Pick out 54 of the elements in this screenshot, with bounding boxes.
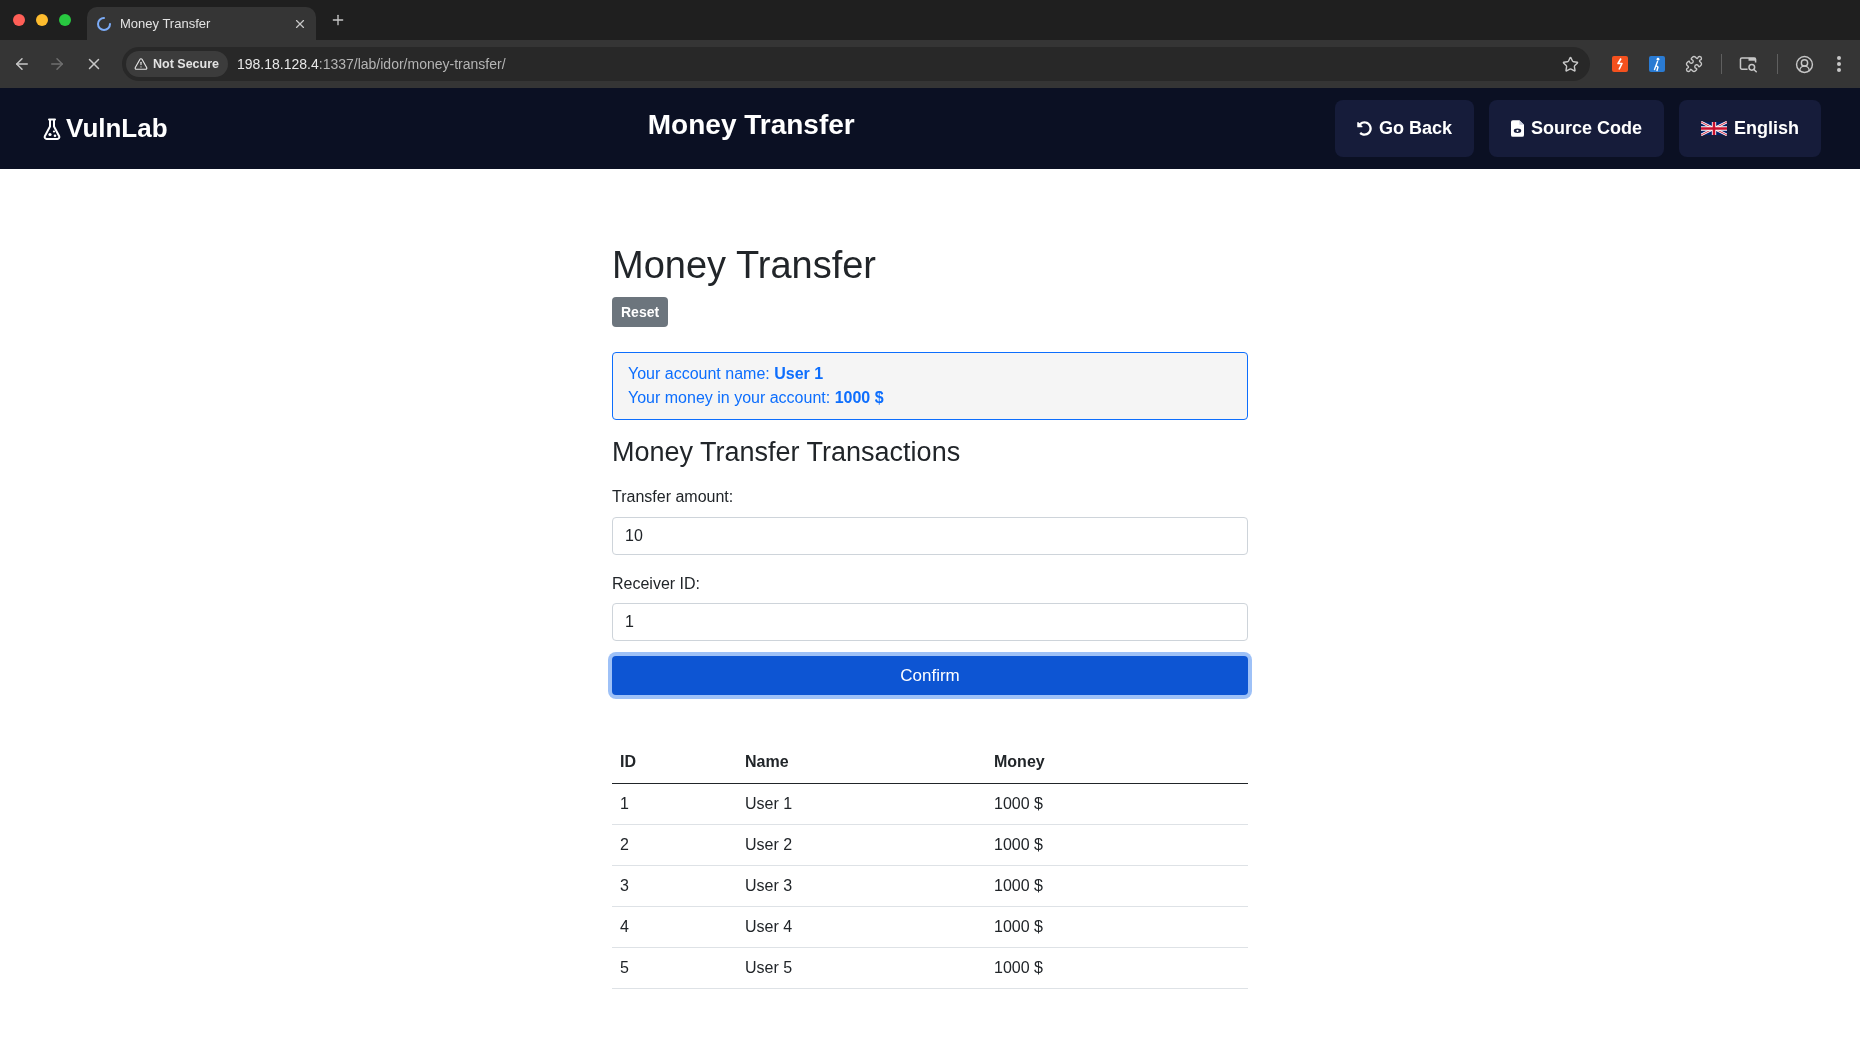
input-field[interactable]: 1 xyxy=(612,603,1248,641)
home-link[interactable]: VulnLab xyxy=(43,109,168,148)
table-cell: User 4 xyxy=(737,906,986,947)
account-info-text: Your money in your account: 1000 $ xyxy=(628,388,884,408)
uk-flag-icon xyxy=(1701,121,1727,136)
maximize-window-icon[interactable] xyxy=(59,14,71,26)
go-back-button[interactable]: Go Back xyxy=(1334,100,1474,157)
reset-button[interactable]: Reset xyxy=(612,297,669,327)
document-eye-icon xyxy=(1510,120,1524,137)
url-path: :1337/lab/idor/money-transfer/ xyxy=(318,54,506,74)
browser-tab[interactable]: Money Transfer xyxy=(87,7,316,40)
lightning-extension-icon xyxy=(1612,56,1628,72)
security-chip[interactable]: Not Secure xyxy=(126,51,228,77)
table-cell: 1000 $ xyxy=(986,947,1248,988)
table-cell: 1000 $ xyxy=(986,824,1248,865)
input-field[interactable]: 10 xyxy=(612,517,1248,555)
table-cell: 5 xyxy=(612,947,737,988)
section-heading: Money Transfer Transactions xyxy=(612,436,961,469)
profile-icon xyxy=(1794,54,1814,74)
minimize-window-icon[interactable] xyxy=(36,14,48,26)
table-cell: 1 xyxy=(612,783,737,824)
table-cell: User 1 xyxy=(737,783,986,824)
table-cell: User 2 xyxy=(737,824,986,865)
field-label: Receiver ID: xyxy=(612,574,701,594)
flask-icon xyxy=(43,117,61,140)
table-cell: 2 xyxy=(612,824,737,865)
field-label: Transfer amount: xyxy=(612,487,734,507)
page-title: Money Transfer xyxy=(647,107,855,142)
table-cell: 1000 $ xyxy=(986,906,1248,947)
menu-icon xyxy=(1837,56,1841,72)
undo-arrow-icon xyxy=(1356,121,1372,136)
table-cell: User 3 xyxy=(737,865,986,906)
table-cell: User 5 xyxy=(737,947,986,988)
source-code-button[interactable]: Source Code xyxy=(1488,100,1664,157)
figure-extension-icon xyxy=(1649,56,1665,72)
puzzle-icon xyxy=(1685,55,1703,73)
language-button[interactable]: English xyxy=(1679,100,1821,157)
table-header-cell: Name xyxy=(737,742,986,783)
account-info-text: Your account name: User 1 xyxy=(628,364,824,384)
table-cell: 1000 $ xyxy=(986,783,1248,824)
window-search-icon xyxy=(1738,55,1758,73)
star-icon xyxy=(1561,55,1579,73)
url-host: 198.18.128.4 xyxy=(237,54,319,74)
table-cell: 4 xyxy=(612,906,737,947)
forward-arrow-icon xyxy=(48,55,66,73)
close-window-icon[interactable] xyxy=(13,14,25,26)
plus-icon xyxy=(330,12,346,28)
table-cell: 1000 $ xyxy=(986,865,1248,906)
main-heading: Money Transfer xyxy=(612,243,876,288)
table-header-cell: Money xyxy=(986,742,1248,783)
warning-icon xyxy=(134,57,148,71)
address-bar[interactable]: Not Secure 198.18.128.4:1337/lab/idor/money-transfer/ xyxy=(122,47,1590,81)
table-cell: 3 xyxy=(612,865,737,906)
table-header-cell: ID xyxy=(612,742,737,783)
